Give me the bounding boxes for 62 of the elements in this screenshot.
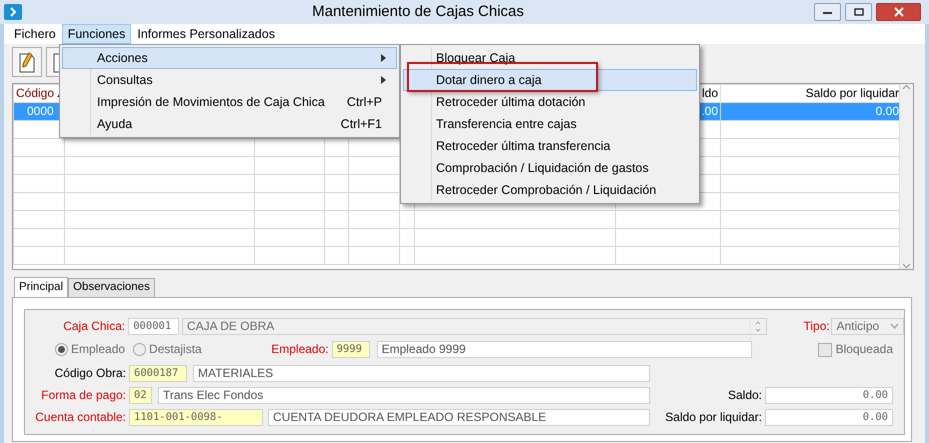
menu-bar-item[interactable]: Informes Personalizados xyxy=(131,24,281,44)
input-field[interactable]: Trans Elec Fondos xyxy=(158,386,650,404)
shortcut-label: Ctrl+F1 xyxy=(340,116,383,132)
input-field[interactable]: MATERIALES xyxy=(193,364,650,382)
field-label: Empleado: xyxy=(270,342,330,357)
menu-bar-item[interactable]: Funciones xyxy=(62,24,132,44)
app-icon xyxy=(4,4,22,20)
table-cell: 0000 xyxy=(27,104,54,118)
tab[interactable]: Principal xyxy=(14,277,68,297)
edit-icon xyxy=(19,51,35,73)
code-field[interactable]: 9999 xyxy=(332,341,370,358)
dropdown-field[interactable]: Anticipo xyxy=(831,318,904,334)
menu-bar-item[interactable]: Fichero xyxy=(8,24,62,44)
code-field[interactable]: 000001 xyxy=(128,318,179,334)
menu-item[interactable]: Consultas xyxy=(62,69,397,91)
code-field[interactable]: 1101-001-0098- xyxy=(129,408,263,426)
toolbar-button[interactable] xyxy=(12,47,42,77)
field-label: Cuenta contable: xyxy=(34,410,127,424)
close-icon xyxy=(894,7,904,17)
menu-item[interactable]: Comprobación / Liquidación de gastos xyxy=(403,157,697,179)
checkbox[interactable] xyxy=(818,342,832,356)
field-label: Código Obra: xyxy=(54,366,127,380)
checkbox-label: Bloqueada xyxy=(836,342,893,357)
field-label: Tipo: xyxy=(803,318,831,334)
menu-item[interactable]: Bloquear Caja xyxy=(403,47,697,69)
radio-label: Empleado xyxy=(71,342,126,357)
menu-item[interactable]: Acciones xyxy=(62,47,397,69)
field-value: Anticipo xyxy=(836,318,880,334)
minimize-button[interactable] xyxy=(814,3,841,21)
code-field[interactable]: 6000187 xyxy=(129,364,187,382)
field-value: CAJA DE OBRA xyxy=(186,318,276,334)
window-title: Mantenimiento de Cajas Chicas xyxy=(311,3,525,21)
code-field[interactable]: 02 xyxy=(129,386,152,404)
maximize-icon xyxy=(854,8,864,16)
close-button[interactable] xyxy=(876,3,921,21)
radio-label: Destajista xyxy=(149,342,202,357)
input-field[interactable]: CUENTA DEUDORA EMPLEADO RESPONSABLE xyxy=(268,408,650,426)
menu-item[interactable]: Transferencia entre cajas xyxy=(403,113,697,135)
menu-item[interactable]: Impresión de Movimientos de Caja Chica Ctrl+P xyxy=(62,91,397,113)
menu-item[interactable]: Retroceder última transferencia xyxy=(403,135,697,157)
field-label: Saldo: xyxy=(728,388,763,402)
input-field[interactable]: 0.00 xyxy=(765,386,893,404)
input-field[interactable]: 0.00 xyxy=(765,408,893,426)
column-header[interactable]: ldo xyxy=(702,86,718,100)
tab[interactable]: Observaciones xyxy=(68,278,155,297)
input-field[interactable]: Empleado 9999 xyxy=(376,341,752,358)
field-label: Saldo por liquidar: xyxy=(665,410,763,424)
menu-item[interactable]: Retroceder Comprobación / Liquidación xyxy=(403,179,697,201)
menu-item[interactable]: Ayuda Ctrl+F1 xyxy=(62,113,397,135)
maximize-button[interactable] xyxy=(845,3,872,21)
field-label: Caja Chica: xyxy=(62,318,126,334)
field-label: Forma de pago: xyxy=(40,388,127,402)
radio-button[interactable] xyxy=(133,342,146,356)
shortcut-label: Ctrl+P xyxy=(346,94,383,110)
input-field[interactable]: CAJA DE OBRA xyxy=(182,318,768,334)
minimize-icon xyxy=(823,10,832,14)
menu-item[interactable]: Retroceder última dotación xyxy=(403,91,697,113)
radio-button[interactable] xyxy=(55,342,68,356)
table-cell: .00 xyxy=(701,104,718,118)
table-cell: 0.00 xyxy=(876,104,899,118)
chevron-down-icon xyxy=(890,323,899,329)
menu-item[interactable]: Dotar dinero a caja xyxy=(403,69,697,91)
